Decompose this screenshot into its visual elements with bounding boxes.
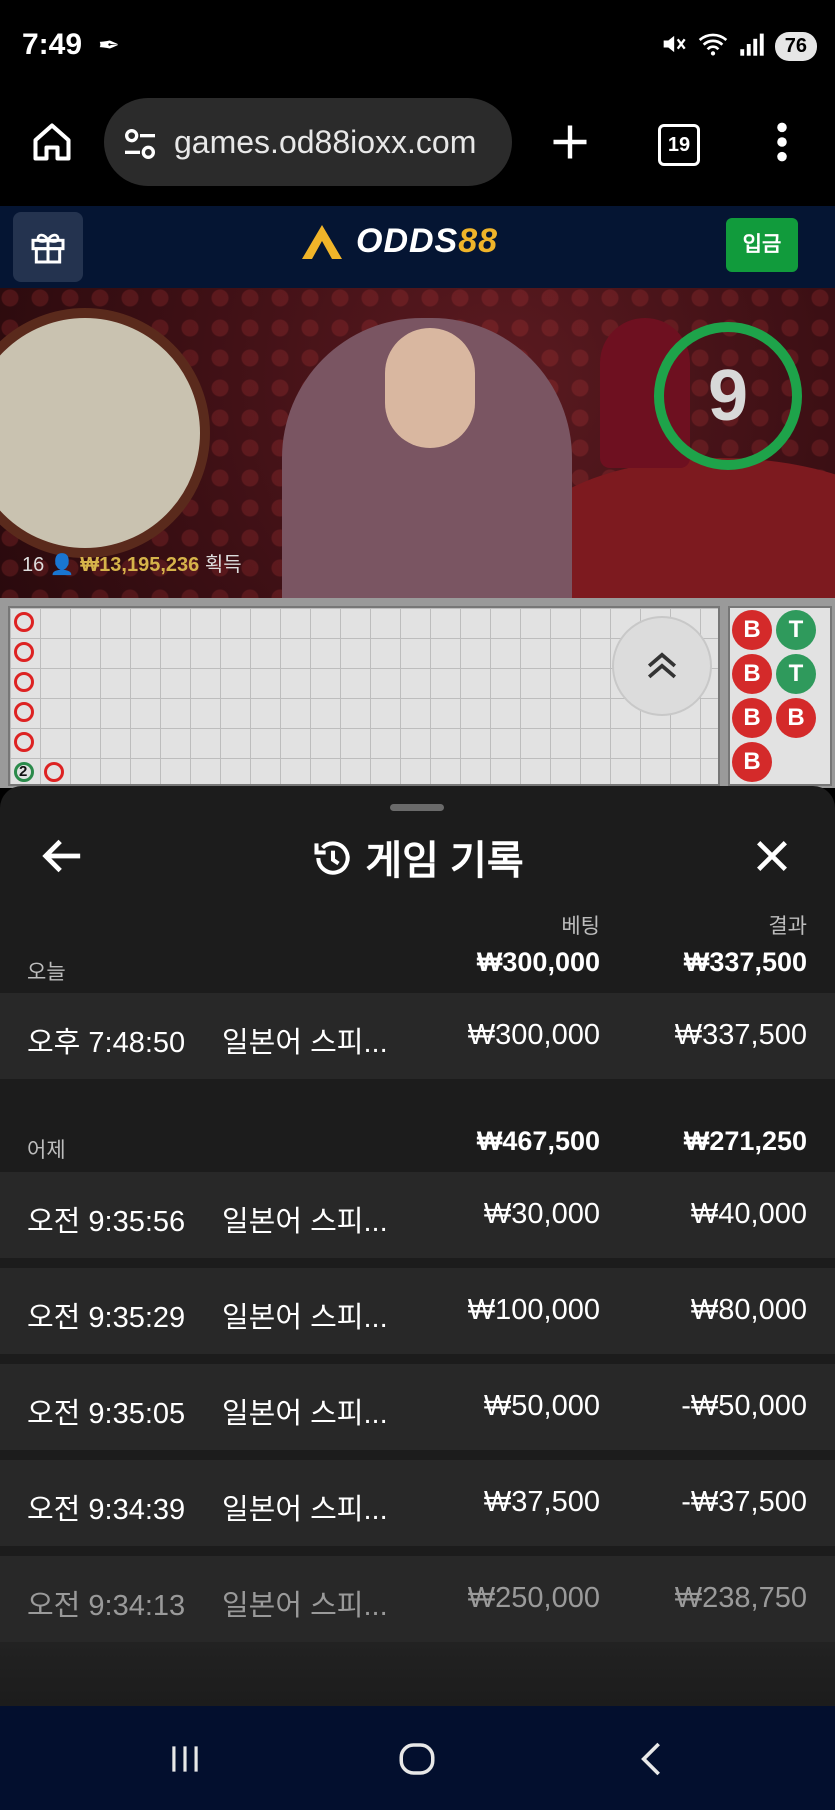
tie-count-marker: 2 xyxy=(19,763,28,780)
group-label-today: 오늘 xyxy=(27,961,66,984)
bead-item: T xyxy=(776,610,816,650)
row-result: ₩337,500 xyxy=(674,1019,807,1051)
history-row[interactable]: 오전 9:34:39 일본어 스피... ₩37,500 -₩37,500 xyxy=(0,1460,835,1546)
row-time: 오전 9:34:39 xyxy=(27,1494,186,1526)
road-mark xyxy=(14,732,34,752)
row-bet: ₩50,000 xyxy=(483,1390,600,1422)
status-time: 7:49 xyxy=(22,28,83,61)
battery-indicator: 76 xyxy=(774,32,817,61)
bead-item: B xyxy=(732,698,772,738)
promotions-button[interactable] xyxy=(13,212,83,282)
row-bet: ₩300,000 xyxy=(467,1019,600,1051)
history-row[interactable]: 오전 9:35:56 일본어 스피... ₩30,000 ₩40,000 xyxy=(0,1172,835,1258)
double-chevron-up-icon xyxy=(647,652,677,679)
player-count: 16 xyxy=(22,554,45,576)
home-nav-icon[interactable] xyxy=(396,1738,438,1785)
road-mark xyxy=(14,702,34,722)
row-bet: ₩250,000 xyxy=(467,1582,600,1614)
bead-plate[interactable]: B T B T B B B xyxy=(728,606,832,786)
row-bet: ₩37,500 xyxy=(483,1486,600,1518)
expand-roadmap-button[interactable] xyxy=(612,616,712,716)
row-game: 일본어 스피... xyxy=(222,1398,388,1430)
video-dealer-face xyxy=(385,328,475,448)
winnings-suffix: 획득 xyxy=(204,554,242,576)
row-result: ₩40,000 xyxy=(690,1198,807,1230)
gift-icon xyxy=(31,233,65,264)
sheet-title: 게임 기록 xyxy=(0,828,835,886)
history-row[interactable]: 오전 9:35:05 일본어 스피... ₩50,000 -₩50,000 xyxy=(0,1364,835,1450)
url-text[interactable]: games.od88ioxx.com xyxy=(174,124,494,161)
group-label-yesterday: 어제 xyxy=(27,1139,66,1162)
result-column-header: 결과 xyxy=(768,915,807,938)
sheet-drag-handle[interactable] xyxy=(390,804,444,811)
row-time: 오전 9:35:29 xyxy=(27,1302,186,1334)
group-total-bet: ₩300,000 xyxy=(476,947,600,977)
road-mark xyxy=(44,762,64,782)
row-game: 일본어 스피... xyxy=(222,1590,388,1622)
person-icon: 👤 xyxy=(49,554,75,576)
winnings-amount: ₩13,195,236 xyxy=(80,554,200,576)
row-game: 일본어 스피... xyxy=(222,1494,388,1526)
more-menu-icon[interactable] xyxy=(770,120,794,169)
history-icon xyxy=(314,841,350,875)
row-game: 일본어 스피... xyxy=(222,1206,388,1238)
row-bet: ₩30,000 xyxy=(483,1198,600,1230)
new-tab-icon[interactable] xyxy=(548,120,592,169)
odds88-logo-icon xyxy=(298,220,346,267)
history-row[interactable]: 오전 9:34:13 일본어 스피... ₩250,000 ₩238,750 xyxy=(0,1556,835,1642)
bead-road-grid[interactable]: 2 xyxy=(8,606,720,786)
players-winnings: 16 👤 ₩13,195,236 획득 xyxy=(22,548,242,577)
group-total-bet: ₩467,500 xyxy=(476,1126,600,1156)
countdown-timer: 9 xyxy=(707,356,749,436)
row-bet: ₩100,000 xyxy=(467,1294,600,1326)
row-game: 일본어 스피... xyxy=(222,1027,388,1059)
signal-icon xyxy=(739,31,765,62)
road-mark xyxy=(14,612,34,632)
road-mark xyxy=(14,642,34,662)
list-fade xyxy=(0,1642,835,1706)
history-row[interactable]: 오전 9:35:29 일본어 스피... ₩100,000 ₩80,000 xyxy=(0,1268,835,1354)
bead-item: B xyxy=(732,610,772,650)
bead-item: T xyxy=(776,654,816,694)
deposit-button[interactable]: 입금 xyxy=(726,218,798,272)
group-total-result: ₩337,500 xyxy=(683,947,807,977)
row-result: -₩50,000 xyxy=(681,1390,807,1422)
logo-text-suffix: 88 xyxy=(458,222,499,260)
row-time: 오전 9:35:56 xyxy=(27,1206,186,1238)
sheet-title-text: 게임 기록 xyxy=(365,839,524,883)
site-logo[interactable]: ODDS88 xyxy=(356,222,498,261)
tab-switcher-button[interactable]: 19 xyxy=(658,124,700,166)
row-game: 일본어 스피... xyxy=(222,1302,388,1334)
notification-feather-icon: ✒ xyxy=(98,30,120,60)
bead-item: B xyxy=(732,654,772,694)
bead-item: B xyxy=(732,742,772,782)
status-icons: 76 xyxy=(659,30,817,63)
logo-text-prefix: ODDS xyxy=(356,222,459,260)
site-settings-icon[interactable] xyxy=(120,124,160,169)
row-time: 오전 9:34:13 xyxy=(27,1590,186,1622)
row-result: ₩238,750 xyxy=(674,1582,807,1614)
close-icon[interactable] xyxy=(752,836,792,881)
bead-item: B xyxy=(776,698,816,738)
back-nav-icon[interactable] xyxy=(632,1738,672,1785)
home-icon[interactable] xyxy=(30,120,74,169)
recent-apps-icon[interactable] xyxy=(166,1740,204,1783)
road-mark xyxy=(14,672,34,692)
bet-column-header: 베팅 xyxy=(561,915,600,938)
row-time: 오전 9:35:05 xyxy=(27,1398,186,1430)
wifi-icon xyxy=(697,30,729,63)
mute-icon xyxy=(659,30,687,63)
row-time: 오후 7:48:50 xyxy=(27,1027,186,1059)
row-result: ₩80,000 xyxy=(690,1294,807,1326)
group-total-result: ₩271,250 xyxy=(683,1126,807,1156)
history-row[interactable]: 오후 7:48:50 일본어 스피... ₩300,000 ₩337,500 xyxy=(0,993,835,1079)
status-bar: 7:49 ✒ 76 xyxy=(0,0,835,96)
row-result: -₩37,500 xyxy=(681,1486,807,1518)
